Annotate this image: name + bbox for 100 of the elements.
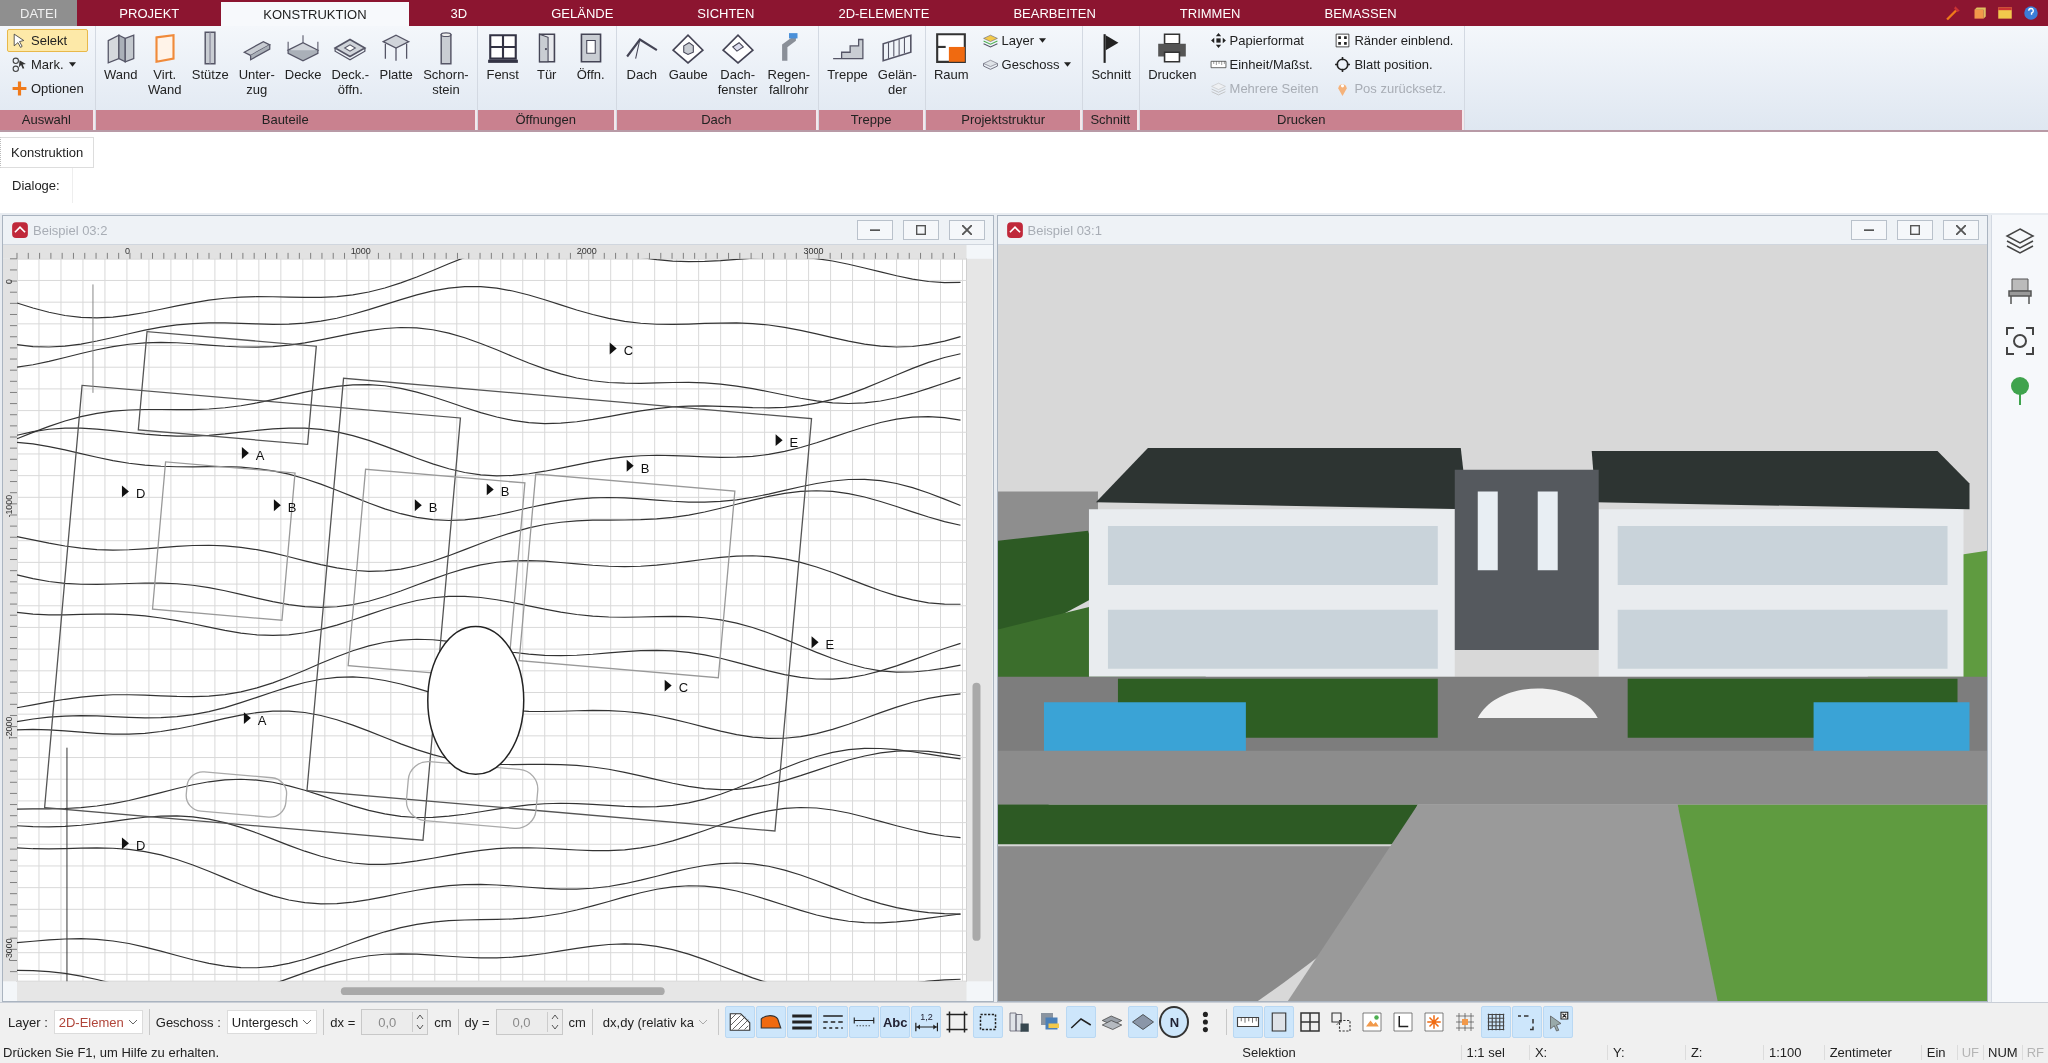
ribbon-button[interactable]: Gelän- der <box>873 29 921 110</box>
transform-icon <box>1329 1010 1354 1034</box>
ribbon-button[interactable]: Platte <box>375 29 418 110</box>
menu-tab[interactable]: SICHTEN <box>655 0 797 26</box>
ribbon-button[interactable]: Dach- fenster <box>713 29 762 110</box>
tool-button[interactable] <box>1233 1006 1264 1038</box>
scrollbar-thumb[interactable] <box>340 987 665 996</box>
ribbon-button[interactable]: Papierformat <box>1205 29 1323 52</box>
section-label: E <box>825 637 835 653</box>
ribbon-button[interactable]: Raum <box>929 29 973 110</box>
menu-tab[interactable]: BEARBEITEN <box>971 0 1138 26</box>
ribbon-button[interactable]: Einheit/Maßst. <box>1205 53 1323 76</box>
minimize-button[interactable] <box>856 220 893 240</box>
mode-dropdown[interactable]: dx,dy (relativ ka <box>598 1011 712 1033</box>
menu-tab[interactable]: 2D-ELEMENTE <box>796 0 972 26</box>
close-icon <box>1956 225 1966 235</box>
tool-button[interactable] <box>1264 1006 1295 1038</box>
floor-dropdown[interactable]: Untergesch <box>226 1010 318 1034</box>
railing-icon <box>880 31 915 65</box>
tool-button[interactable]: N <box>1159 1006 1190 1038</box>
ribbon-button[interactable]: Unter- zug <box>234 29 279 110</box>
status-cell: Y: <box>1606 1044 1685 1060</box>
minimize-button[interactable] <box>1851 220 1887 240</box>
ribbon-button[interactable]: Decke <box>280 29 326 110</box>
layer-dropdown[interactable]: 2D-Elemen <box>53 1010 143 1034</box>
tools-icon[interactable] <box>1944 4 1962 22</box>
ribbon-group-label: Bauteile <box>95 110 477 130</box>
maximize-button[interactable] <box>902 220 939 240</box>
close-button[interactable] <box>948 220 985 240</box>
ribbon-button[interactable]: Regen- fallrohr <box>763 29 815 110</box>
menu-tab[interactable]: KONSTRUKTION <box>221 2 409 26</box>
dy-label: dy = <box>464 1014 490 1030</box>
chevron-icon <box>697 1019 708 1025</box>
ribbon-button[interactable]: Optionen <box>7 77 88 100</box>
menu-tab[interactable]: BEMASSEN <box>1282 0 1439 26</box>
menu-tab[interactable]: PROJEKT <box>77 0 222 26</box>
scrollbar-thumb[interactable] <box>972 682 981 941</box>
ribbon-button[interactable]: Tür <box>525 29 568 110</box>
tool-button[interactable] <box>724 1006 755 1038</box>
ribbon-button[interactable]: Virt. Wand <box>143 29 186 110</box>
section-label: C <box>678 680 689 696</box>
ribbon-button[interactable]: Blatt position. <box>1330 53 1458 76</box>
ribbon-button[interactable]: Selekt <box>7 29 88 52</box>
tool-button[interactable]: 1,2 <box>911 1006 942 1038</box>
tool-button[interactable] <box>1066 1006 1097 1038</box>
ribbon-button[interactable]: Schorn- stein <box>419 29 473 110</box>
section-label: E <box>789 435 799 451</box>
picture-icon <box>1360 1010 1385 1034</box>
tool-button[interactable] <box>848 1006 879 1038</box>
dialogs-label: Dialoge: <box>0 168 73 203</box>
ribbon-button[interactable]: Drucken <box>1144 29 1201 110</box>
ribbon-button[interactable]: Geschoss <box>977 53 1076 76</box>
ribbon-button[interactable]: Wand <box>99 29 142 110</box>
menu-tab[interactable]: GELÄNDE <box>509 0 656 26</box>
menu-tab[interactable]: 3D <box>408 0 510 26</box>
caret-icon <box>68 62 76 67</box>
menu-tab[interactable]: TRIMMEN <box>1137 0 1283 26</box>
section-label: B <box>500 484 510 500</box>
ruler-label: 3000 <box>803 245 824 256</box>
tool-button[interactable] <box>755 1006 786 1038</box>
focus-icon[interactable] <box>2004 325 2036 357</box>
close-button[interactable] <box>1943 220 1979 240</box>
frame-icon <box>945 1010 970 1034</box>
section-label: D <box>135 838 146 854</box>
ribbon-button[interactable]: Fenst <box>481 29 524 110</box>
layers-icon[interactable] <box>2004 225 2036 257</box>
minimize-icon <box>1864 228 1874 232</box>
tool-button[interactable]: Abc <box>879 1006 911 1038</box>
ribbon-button[interactable]: Deck.- öffn. <box>327 29 374 110</box>
status-cell: Ein <box>1920 1044 1957 1060</box>
window-icon[interactable] <box>1996 4 2014 22</box>
tool-button[interactable] <box>817 1006 848 1038</box>
ruler-label: 0 <box>124 245 130 256</box>
window-title: Beispiel 03:1 <box>1027 222 1102 238</box>
tool-button[interactable] <box>786 1006 817 1038</box>
ribbon-button[interactable]: Gaube <box>664 29 712 110</box>
unit-label: cm <box>434 1014 452 1030</box>
ribbon-group-label: Projektstruktur <box>925 110 1083 130</box>
chevron-icon <box>302 1019 313 1025</box>
ribbon-group-label: Dach <box>616 110 819 130</box>
ribbon-button[interactable]: Treppe <box>823 29 872 110</box>
ribbon-button[interactable]: Mark. <box>7 53 88 76</box>
app-icon <box>1005 221 1024 239</box>
ribbon-button[interactable]: Ränder einblend. <box>1330 29 1458 52</box>
ruler-label: 1000 <box>350 245 371 256</box>
ribbon-button[interactable]: Stütze <box>187 29 233 110</box>
ribbon-button[interactable]: Öffn. <box>569 29 612 110</box>
maximize-button[interactable] <box>1897 220 1933 240</box>
ribbon-button[interactable]: Schnitt <box>1087 29 1136 110</box>
ribbon-button[interactable]: Dach <box>620 29 663 110</box>
floor-label: Geschoss : <box>155 1014 221 1030</box>
ribbon-button[interactable]: Layer <box>977 29 1076 52</box>
pointer-node-icon <box>11 56 28 73</box>
tool-button[interactable] <box>973 1006 1004 1038</box>
help-icon[interactable] <box>2022 4 2040 22</box>
maximize-icon <box>915 225 926 235</box>
section-label: B <box>428 500 438 516</box>
tool-button[interactable] <box>1481 1006 1512 1038</box>
panel-tab[interactable]: Konstruktion <box>0 137 95 168</box>
status-indicator: UF <box>1956 1044 1983 1060</box>
